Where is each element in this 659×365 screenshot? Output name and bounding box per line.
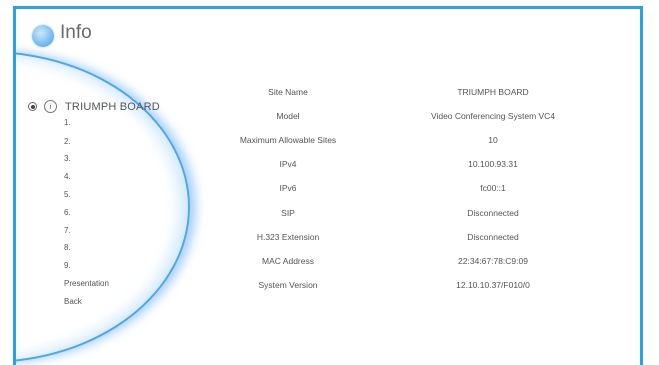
page-title: Info	[60, 22, 92, 43]
ipv4-label: IPv4	[279, 159, 297, 169]
sidebar-title: TRIUMPH BOARD	[65, 100, 160, 113]
h323-extension-label: H.323 Extension	[256, 232, 320, 242]
mac-address-label: MAC Address	[262, 256, 314, 266]
sidebar-item-8[interactable]: 8.	[64, 243, 71, 252]
sidebar-item-5[interactable]: 5.	[64, 190, 71, 199]
sip-value: Disconnected	[467, 208, 519, 218]
sidebar-item-back[interactable]: Back	[64, 297, 82, 306]
sidebar-item-6[interactable]: 6.	[64, 208, 71, 217]
max-sites-label: Maximum Allowable Sites	[239, 135, 337, 145]
sidebar-item-4[interactable]: 4.	[64, 172, 71, 181]
menu-arc-decoration	[16, 51, 190, 363]
sidebar-title-row[interactable]: i TRIUMPH BOARD	[28, 100, 160, 113]
info-window: Info i TRIUMPH BOARD 1. 2. 3. 4. 5. 6. 7…	[13, 6, 643, 365]
model-value: Video Conferencing System VC4	[430, 111, 556, 121]
sidebar-item-7[interactable]: 7.	[64, 226, 71, 235]
sip-label: SIP	[281, 208, 295, 218]
sidebar-item-3[interactable]: 3.	[64, 154, 71, 163]
model-label: Model	[276, 111, 300, 121]
system-version-label: System Version	[258, 280, 318, 290]
system-version-value: 12.10.10.37/F010/0	[456, 280, 530, 290]
ipv6-value: fc00::1	[480, 183, 506, 193]
site-name-label: Site Name	[268, 87, 308, 97]
sidebar-item-2[interactable]: 2.	[64, 137, 71, 146]
info-icon: i	[44, 100, 57, 113]
sidebar-item-presentation[interactable]: Presentation	[64, 279, 109, 288]
h323-extension-value: Disconnected	[467, 232, 519, 242]
sidebar-item-1[interactable]: 1.	[64, 118, 71, 127]
ipv6-label: IPv6	[279, 183, 297, 193]
info-header-icon	[32, 25, 54, 47]
max-sites-value: 10	[488, 135, 498, 145]
selected-radio-icon	[28, 102, 37, 111]
sidebar-item-9[interactable]: 9.	[64, 261, 71, 270]
mac-address-value: 22:34:67:78:C9:09	[458, 256, 528, 266]
ipv4-value: 10.100.93.31	[468, 159, 518, 169]
site-name-value: TRIUMPH BOARD	[457, 87, 529, 97]
